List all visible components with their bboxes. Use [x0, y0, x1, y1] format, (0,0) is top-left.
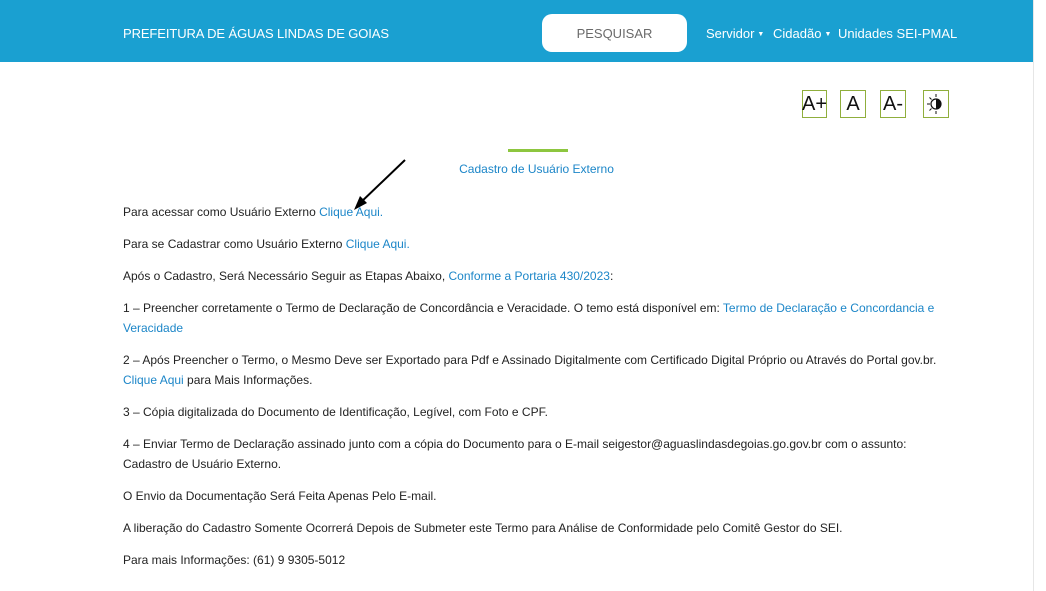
- page: PREFEITURA DE ÁGUAS LINDAS DE GOIAS PESQ…: [0, 0, 1033, 591]
- scrollbar-track[interactable]: [1033, 0, 1046, 591]
- annotation-arrow-icon: [354, 159, 406, 210]
